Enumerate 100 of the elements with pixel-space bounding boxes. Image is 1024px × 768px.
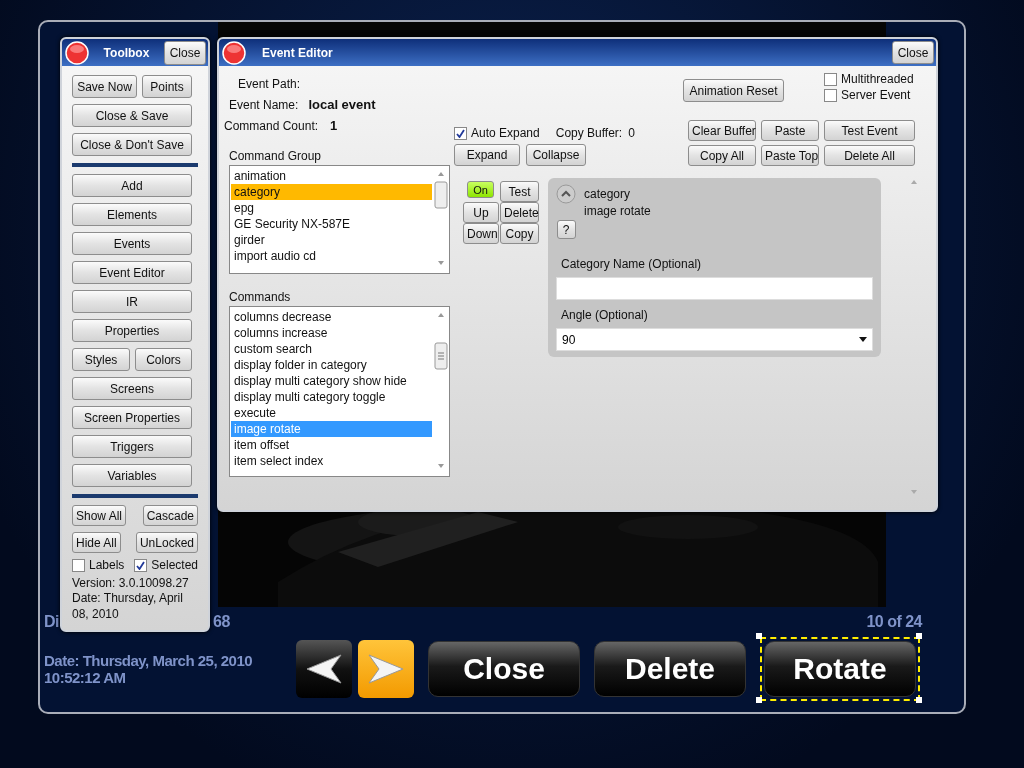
command-button[interactable]: Test <box>500 181 539 202</box>
list-item[interactable]: category <box>231 184 432 200</box>
toolbox-button[interactable]: Cascade <box>142 505 198 526</box>
toolbar-button[interactable]: Clear Buffer <box>688 120 756 141</box>
info-text: 68 <box>213 613 230 631</box>
list-item[interactable]: item select index <box>231 453 432 469</box>
window-title: Event Editor <box>262 45 334 60</box>
page-count: 10 of 24 <box>866 613 922 631</box>
checkbox[interactable] <box>134 558 148 572</box>
list-item[interactable]: custom search <box>231 341 432 357</box>
toolbox-button[interactable]: Screen Properties <box>72 406 192 429</box>
dropdown[interactable]: 90 <box>556 328 873 351</box>
toolbox-button[interactable]: Close & Save <box>72 104 192 127</box>
copy-buffer-value: 0 <box>628 126 635 140</box>
command-group-label: Command Group <box>229 149 323 163</box>
close-circle-icon[interactable] <box>222 40 246 65</box>
on-toggle[interactable]: On <box>467 181 494 198</box>
toolbox-button[interactable]: Points <box>142 75 192 98</box>
info-text: Di <box>44 613 59 631</box>
command-group-name: category <box>584 187 632 201</box>
list-item[interactable]: display folder in category <box>231 357 432 373</box>
event-path-label: Event Path: <box>238 77 302 91</box>
checkbox-label: Multithreaded <box>841 72 914 86</box>
checkbox-label: Labels <box>89 558 125 572</box>
help-button[interactable]: ? <box>556 220 576 239</box>
toolbar-button[interactable]: Paste <box>761 120 819 141</box>
toolbox-button[interactable]: Show All <box>72 505 127 526</box>
command-name: image rotate <box>584 204 651 218</box>
resize-handle[interactable] <box>916 633 922 639</box>
command-button[interactable]: Down <box>463 223 499 244</box>
animation-reset-button[interactable]: Animation Reset <box>683 79 784 102</box>
previous-button[interactable] <box>296 640 352 698</box>
list-item[interactable]: columns increase <box>231 325 432 341</box>
action-button[interactable]: Delete <box>594 641 746 697</box>
command-button[interactable]: Up <box>463 202 499 223</box>
toolbox-button[interactable]: Elements <box>72 203 192 226</box>
event-name-label: Event Name: <box>229 97 299 112</box>
toolbox-button[interactable]: Screens <box>72 377 192 400</box>
dropdown-arrow-icon <box>859 337 867 342</box>
action-button[interactable]: Close <box>428 641 580 697</box>
list-item[interactable]: columns decrease <box>231 309 432 325</box>
copy-buffer-label: Copy Buffer: <box>555 126 623 140</box>
command-count-label: Command Count: <box>224 118 319 133</box>
toolbox-button[interactable]: Variables <box>72 464 192 487</box>
toolbox-button[interactable]: Save Now <box>72 75 137 98</box>
command-button[interactable]: Delete <box>500 202 539 223</box>
toolbox-button[interactable]: Styles <box>72 348 130 371</box>
list-item[interactable]: display multi category toggle <box>231 389 432 405</box>
time-text: 10:52:12 AM <box>44 669 127 686</box>
toolbox-button[interactable]: Colors <box>135 348 192 371</box>
checkbox[interactable] <box>824 72 837 86</box>
chevron-up-icon[interactable] <box>556 184 576 204</box>
command-group-list[interactable]: animation category epg GE Security NX-587E girder import audio cd <box>229 165 450 274</box>
close-button[interactable]: Close <box>164 40 206 65</box>
checkbox-label: Server Event <box>841 88 911 102</box>
next-button[interactable] <box>358 640 414 698</box>
list-item[interactable]: execute <box>231 405 432 421</box>
toolbar-button[interactable]: Copy All <box>688 145 756 166</box>
toolbox-button[interactable]: UnLocked <box>135 532 198 553</box>
commands-label: Commands <box>229 290 292 304</box>
list-item[interactable]: girder <box>231 232 432 248</box>
checkbox-label: Auto Expand <box>471 126 540 140</box>
toolbox-button[interactable]: Close & Don't Save <box>72 133 192 156</box>
toolbox-button[interactable]: Event Editor <box>72 261 192 284</box>
toolbar-button[interactable]: Test Event <box>824 120 915 141</box>
toolbox-button[interactable]: Triggers <box>72 435 192 458</box>
commands-list[interactable]: columns decrease columns increase custom search display folder in category display multi category show hide display multi category toggle execute image rotate item offset item select index <box>229 306 450 477</box>
toolbar-button[interactable]: Expand <box>454 144 520 166</box>
toolbar-button[interactable]: Collapse <box>526 144 586 166</box>
checkbox[interactable] <box>454 126 467 140</box>
field-label: Category Name (Optional) <box>561 257 703 271</box>
resize-handle[interactable] <box>756 633 762 639</box>
input-field[interactable] <box>556 277 873 300</box>
list-item[interactable]: epg <box>231 200 432 216</box>
date-text: Date: Thursday, March 25, 2010 <box>44 652 254 669</box>
list-item[interactable]: GE Security NX-587E <box>231 216 432 232</box>
toolbox-button[interactable]: Events <box>72 232 192 255</box>
toolbox-button[interactable]: Add <box>72 174 192 197</box>
toolbar-button[interactable]: Delete All <box>824 145 915 166</box>
event-name: local event <box>308 97 376 112</box>
checkbox[interactable] <box>824 88 837 102</box>
list-item[interactable]: item offset <box>231 437 432 453</box>
resize-handle[interactable] <box>916 697 922 703</box>
list-item[interactable]: display multi category show hide <box>231 373 432 389</box>
toolbox-button[interactable]: Properties <box>72 319 192 342</box>
checkbox-label: Selected <box>151 558 198 572</box>
left-arrow-icon <box>305 653 343 685</box>
version-text: Version: 3.0.10098.27 <box>72 576 190 590</box>
action-button[interactable]: Rotate <box>764 641 916 697</box>
command-button[interactable]: Copy <box>500 223 539 244</box>
close-button[interactable]: Close <box>892 41 934 64</box>
close-circle-icon[interactable] <box>65 40 89 65</box>
toolbox-button[interactable]: IR <box>72 290 192 313</box>
right-arrow-icon <box>367 653 405 685</box>
list-item[interactable]: animation <box>231 168 432 184</box>
toolbar-button[interactable]: Paste Top <box>761 145 819 166</box>
checkbox[interactable] <box>72 558 85 572</box>
toolbox-button[interactable]: Hide All <box>72 532 121 553</box>
resize-handle[interactable] <box>756 697 762 703</box>
list-item[interactable]: import audio cd <box>231 248 432 264</box>
